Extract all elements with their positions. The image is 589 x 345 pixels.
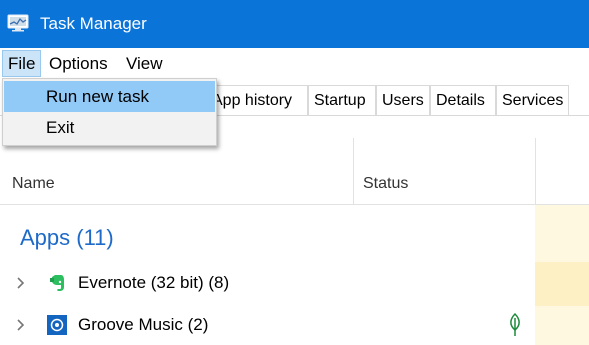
menu-bar: File Options View [0,48,589,78]
cpu-column-header[interactable] [535,138,589,204]
menu-options[interactable]: Options [43,50,114,77]
evernote-icon [46,272,68,294]
column-separator[interactable] [353,138,354,204]
process-name: Groove Music (2) [78,315,209,334]
column-header-status[interactable]: Status [363,175,408,193]
file-menu-dropdown: Run new task Exit [2,78,217,146]
tab-services[interactable]: Services [496,85,569,115]
tab-users[interactable]: Users [376,85,430,115]
menu-item-run-new-task[interactable]: Run new task [4,81,215,112]
column-header-name[interactable]: Name [12,175,55,193]
table-row-evernote[interactable]: Evernote (32 bit) (8) [0,264,535,304]
suspended-leaf-icon [505,312,525,338]
window-title: Task Manager [40,14,147,33]
task-manager-icon [7,14,29,32]
tab-startup[interactable]: Startup [308,85,376,115]
title-bar: Task Manager [0,0,589,48]
process-name: Evernote (32 bit) (8) [78,273,230,292]
chevron-right-icon[interactable] [14,316,28,334]
menu-view[interactable]: View [120,50,169,77]
tab-details[interactable]: Details [430,85,496,115]
menu-item-exit[interactable]: Exit [4,112,215,143]
menu-file[interactable]: File [2,50,42,77]
tab-app-history[interactable]: App history [206,85,308,115]
header-divider [0,204,589,205]
cpu-cell-evernote [535,262,589,306]
table-row-groove-music[interactable]: Groove Music (2) [0,306,535,345]
groove-music-icon [46,314,68,336]
cpu-cell-group [535,205,589,262]
group-title-apps[interactable]: Apps (11) [20,225,114,251]
cpu-cell-groove [535,306,589,345]
chevron-right-icon[interactable] [14,274,28,292]
